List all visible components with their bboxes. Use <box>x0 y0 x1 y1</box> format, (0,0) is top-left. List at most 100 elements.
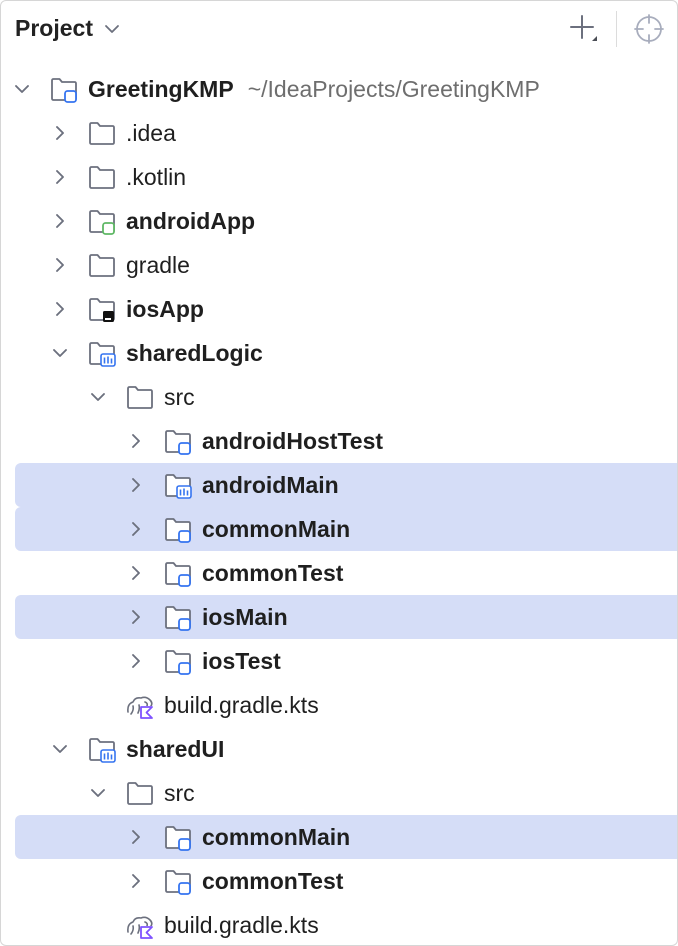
node-icon-wrap <box>163 463 193 507</box>
node-label: iosMain <box>202 604 288 630</box>
tree-node[interactable]: iosMain <box>15 595 677 639</box>
expand-toggle[interactable] <box>125 562 147 584</box>
project-view-selector[interactable]: Project <box>15 15 121 42</box>
chevron-down-icon[interactable] <box>49 738 71 760</box>
tree-node[interactable]: src <box>1 771 677 815</box>
node-icon-wrap <box>125 375 155 419</box>
node-icon-wrap <box>49 67 79 111</box>
node-icon-wrap <box>87 727 117 771</box>
node-icon-wrap <box>163 507 193 551</box>
chevron-right-icon[interactable] <box>125 430 147 452</box>
tree-node[interactable]: .kotlin <box>1 155 677 199</box>
node-label: iosApp <box>126 296 204 322</box>
expand-toggle[interactable] <box>125 474 147 496</box>
expand-toggle[interactable] <box>49 298 71 320</box>
android-module-folder-icon <box>89 210 115 235</box>
folder-icon <box>89 166 115 189</box>
expand-toggle[interactable] <box>125 606 147 628</box>
chevron-right-icon[interactable] <box>125 562 147 584</box>
chevron-right-icon[interactable] <box>49 254 71 276</box>
node-icon-wrap <box>163 639 193 683</box>
chevron-down-icon <box>105 24 119 33</box>
source-set-folder-icon <box>165 870 191 895</box>
expand-toggle[interactable] <box>87 782 109 804</box>
expand-toggle[interactable] <box>125 870 147 892</box>
project-tree: GreetingKMP ~/IdeaProjects/GreetingKMP .id… <box>1 67 677 945</box>
folder-icon <box>127 782 153 805</box>
chevron-right-icon[interactable] <box>49 298 71 320</box>
header-title: Project <box>15 15 93 41</box>
node-label: .kotlin <box>126 164 187 190</box>
expand-toggle[interactable] <box>49 342 71 364</box>
library-source-set-folder-icon <box>165 474 192 499</box>
source-set-folder-icon <box>165 562 191 587</box>
node-icon-wrap <box>163 419 193 463</box>
expand-toggle[interactable] <box>125 430 147 452</box>
node-label: commonMain <box>202 824 351 850</box>
node-icon-wrap <box>87 331 117 375</box>
add-button[interactable] <box>566 11 602 47</box>
chevron-right-icon[interactable] <box>125 870 147 892</box>
tree-node[interactable]: commonTest <box>1 859 677 903</box>
node-label: androidMain <box>202 472 339 498</box>
chevron-right-icon[interactable] <box>125 606 147 628</box>
tree-node[interactable]: sharedLogic <box>1 331 677 375</box>
crosshair-icon <box>634 14 664 44</box>
node-label: src <box>164 384 195 410</box>
node-icon-wrap <box>87 287 117 331</box>
node-label: .idea <box>126 120 176 146</box>
tree-node[interactable]: .idea <box>1 111 677 155</box>
chevron-right-icon[interactable] <box>125 518 147 540</box>
project-tool-window: Project GreetingKMP ~/IdeaProjects/Greeti… <box>0 0 678 946</box>
node-label: commonTest <box>202 560 344 586</box>
tree-node[interactable]: gradle <box>1 243 677 287</box>
expand-toggle[interactable] <box>125 518 147 540</box>
folder-icon <box>89 122 115 145</box>
node-icon-wrap <box>163 815 193 859</box>
tree-node[interactable]: sharedUI <box>1 727 677 771</box>
tree-node[interactable]: iosApp <box>1 287 677 331</box>
chevron-down-icon[interactable] <box>49 342 71 364</box>
chevron-down-icon[interactable] <box>11 78 33 100</box>
chevron-right-icon[interactable] <box>49 166 71 188</box>
tree-node[interactable]: src <box>1 375 677 419</box>
chevron-right-icon[interactable] <box>49 122 71 144</box>
chevron-right-icon[interactable] <box>49 210 71 232</box>
tree-node[interactable]: build.gradle.kts <box>1 683 677 727</box>
expand-toggle[interactable] <box>49 738 71 760</box>
tree-node[interactable]: androidMain <box>15 463 677 507</box>
node-icon-wrap <box>87 155 117 199</box>
tree-node[interactable]: build.gradle.kts <box>1 903 677 945</box>
chevron-right-icon[interactable] <box>125 826 147 848</box>
source-set-folder-icon <box>165 826 191 851</box>
expand-toggle[interactable] <box>11 78 33 100</box>
expand-toggle[interactable] <box>125 826 147 848</box>
chevron-down-icon[interactable] <box>87 386 109 408</box>
gradle-kotlin-file-icon <box>127 916 153 939</box>
node-path: ~/IdeaProjects/GreetingKMP <box>247 76 540 102</box>
chevron-right-icon[interactable] <box>125 650 147 672</box>
expand-toggle[interactable] <box>49 122 71 144</box>
header-actions <box>566 11 667 47</box>
expand-toggle[interactable] <box>49 166 71 188</box>
expand-toggle[interactable] <box>87 386 109 408</box>
expand-toggle[interactable] <box>49 254 71 276</box>
tree-node[interactable]: GreetingKMP ~/IdeaProjects/GreetingKMP <box>1 67 677 111</box>
chevron-right-icon[interactable] <box>125 474 147 496</box>
tree-node[interactable]: androidApp <box>1 199 677 243</box>
node-label: commonTest <box>202 868 344 894</box>
tree-node[interactable]: commonMain <box>15 815 677 859</box>
tree-node[interactable]: commonMain <box>15 507 677 551</box>
expand-toggle[interactable] <box>125 650 147 672</box>
node-icon-wrap <box>163 551 193 595</box>
module-folder-icon <box>51 78 77 103</box>
node-label: build.gradle.kts <box>164 692 319 718</box>
tree-node[interactable]: androidHostTest <box>1 419 677 463</box>
expand-toggle[interactable] <box>49 210 71 232</box>
node-label: src <box>164 780 195 806</box>
tree-node[interactable]: iosTest <box>1 639 677 683</box>
chevron-down-icon[interactable] <box>87 782 109 804</box>
folder-icon <box>127 386 153 409</box>
tree-node[interactable]: commonTest <box>1 551 677 595</box>
locate-button[interactable] <box>631 11 667 47</box>
